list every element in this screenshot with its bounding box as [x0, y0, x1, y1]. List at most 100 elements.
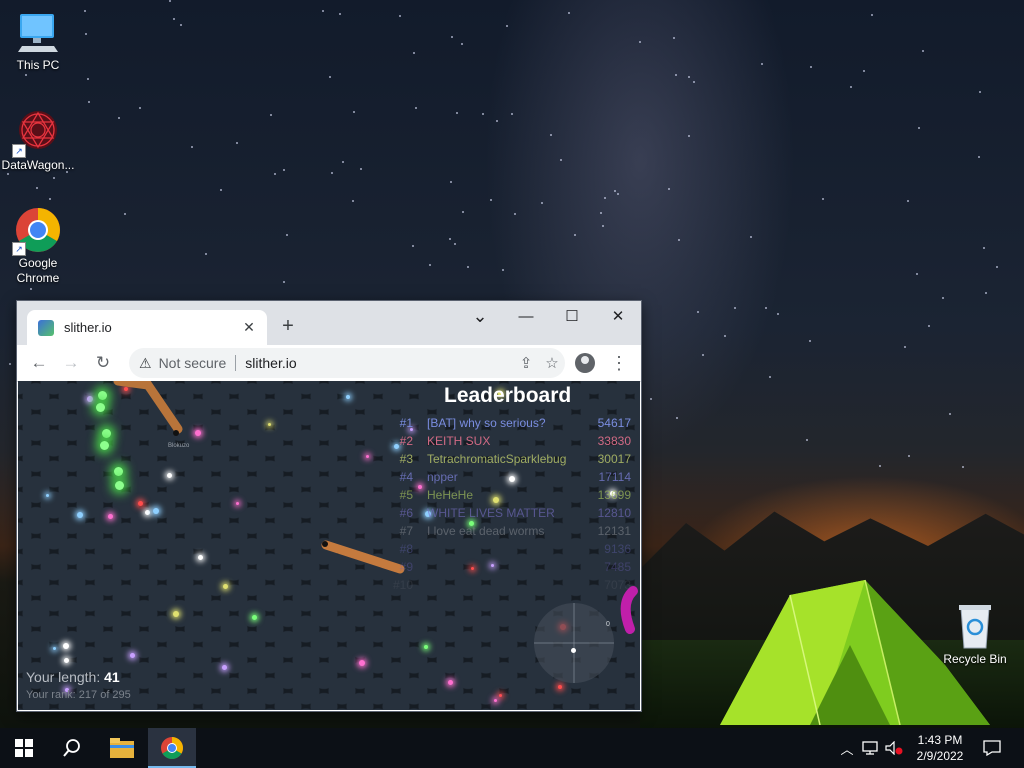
- taskbar-clock[interactable]: 1:43 PM 2/9/2022: [904, 732, 976, 764]
- star-dot: [878, 464, 881, 467]
- profile-avatar-icon[interactable]: [575, 353, 595, 373]
- bookmark-star-icon[interactable]: ☆: [539, 354, 565, 372]
- address-bar[interactable]: ⚠ Not secure slither.io ⇪ ☆: [129, 348, 565, 378]
- leaderboard-rank: #9: [399, 560, 413, 574]
- your-rank: Your rank: 217 of 295: [26, 689, 131, 701]
- chrome-taskbar-button[interactable]: [148, 728, 196, 768]
- your-length: Your length: 41: [26, 669, 120, 685]
- player-snake-eyes: [322, 541, 328, 547]
- recycle-bin-icon: [951, 602, 999, 650]
- minimize-button[interactable]: —: [503, 301, 549, 331]
- enemy-snake-eyes: [173, 430, 179, 436]
- tab-close-icon[interactable]: ✕: [241, 319, 257, 336]
- leaderboard-score: 7073: [604, 578, 631, 592]
- desktop-icon-recycle-bin[interactable]: Recycle Bin: [937, 602, 1013, 667]
- network-icon[interactable]: [860, 728, 880, 768]
- close-window-button[interactable]: ✕: [595, 301, 641, 331]
- leaderboard-score: 12810: [597, 506, 631, 520]
- length-label: Your length:: [26, 669, 101, 685]
- desktop-icon-label: Google Chrome: [16, 256, 60, 285]
- leaderboard-name: [BAT] why so serious?: [427, 416, 546, 430]
- tab-title: slither.io: [64, 320, 112, 335]
- leaderboard-rank: #8: [399, 542, 413, 556]
- leaderboard-score: 7485: [604, 560, 631, 574]
- minimap-label: 0: [606, 621, 610, 628]
- url-text[interactable]: slither.io: [245, 355, 513, 371]
- star-dot: [907, 199, 910, 202]
- windows-start-icon: [15, 739, 33, 757]
- star-dot: [809, 339, 812, 342]
- star-dot: [453, 243, 456, 246]
- back-arrow-icon[interactable]: ←: [27, 351, 51, 375]
- star-dot: [48, 197, 51, 200]
- file-explorer-button[interactable]: [98, 728, 146, 768]
- leaderboard-rank: #1: [399, 416, 413, 430]
- star-dot: [8, 363, 11, 366]
- leaderboard-rank: #10: [392, 578, 413, 592]
- star-dot: [674, 73, 677, 76]
- star-dot: [235, 142, 238, 145]
- star-dot: [850, 85, 853, 88]
- star-dot: [961, 465, 964, 468]
- star-dot: [917, 126, 920, 129]
- snake-nickname: Blokuzo: [168, 443, 190, 449]
- leaderboard-name: HeHeHe: [427, 488, 474, 502]
- show-hidden-icons-chevron-icon[interactable]: ︿: [838, 728, 856, 768]
- clock-date: 2/9/2022: [916, 749, 964, 763]
- star-dot: [734, 306, 737, 309]
- search-button[interactable]: [48, 728, 96, 768]
- desktop-icon-datawagon[interactable]: ↗ DataWagon...: [0, 108, 76, 173]
- star-dot: [560, 158, 563, 161]
- security-status-label[interactable]: Not secure: [159, 355, 227, 371]
- tab-slither[interactable]: slither.io ✕: [27, 310, 267, 345]
- leaderboard-score: 9136: [604, 542, 631, 556]
- star-dot: [768, 375, 771, 378]
- leaderboard-rank: #3: [399, 452, 413, 466]
- new-tab-button[interactable]: +: [277, 315, 299, 337]
- star-dot: [461, 210, 464, 213]
- leaderboard-rank: #5: [399, 488, 413, 502]
- leaderboard-rank: #6: [399, 506, 413, 520]
- star-dot: [688, 75, 691, 78]
- maximize-button[interactable]: ☐: [549, 301, 595, 331]
- length-value: 41: [104, 669, 120, 685]
- star-dot: [510, 112, 513, 115]
- desktop-icon-label: This PC: [16, 58, 60, 72]
- reload-icon[interactable]: ↻: [91, 351, 115, 375]
- star-dot: [549, 133, 552, 136]
- tab-search-dropdown-icon[interactable]: ⌄: [457, 301, 503, 331]
- star-dot: [601, 225, 604, 228]
- leaderboard-title: Leaderboard: [444, 384, 572, 407]
- star-dot: [190, 145, 193, 148]
- warning-triangle-icon[interactable]: ⚠: [139, 355, 152, 372]
- star-dot: [489, 199, 492, 202]
- star-dot: [282, 280, 285, 283]
- desktop-icon-this-pc[interactable]: This PC: [0, 8, 76, 73]
- desktop-icon-google-chrome[interactable]: ↗ Google Chrome: [0, 206, 76, 286]
- leaderboard-name: KEITH SUX: [427, 434, 491, 448]
- action-center-notifications-icon[interactable]: [980, 728, 1004, 768]
- star-dot: [603, 197, 606, 200]
- leaderboard-rank: #2: [399, 434, 413, 448]
- star-dot: [172, 17, 175, 20]
- forward-arrow-icon[interactable]: →: [59, 351, 83, 375]
- datawagon-icon: ↗: [12, 108, 62, 158]
- star-dot: [414, 107, 417, 110]
- start-button[interactable]: [0, 728, 48, 768]
- share-icon[interactable]: ⇪: [513, 354, 539, 372]
- chrome-icon: [161, 737, 183, 759]
- volume-muted-icon[interactable]: [884, 728, 904, 768]
- star-dot: [84, 32, 87, 35]
- star-dot: [505, 24, 508, 27]
- star-dot: [982, 246, 985, 249]
- star-dot: [36, 186, 39, 189]
- chrome-menu-icon[interactable]: ⋮: [607, 351, 631, 375]
- star-dot: [338, 13, 341, 16]
- star-dot: [978, 90, 981, 93]
- clock-time: 1:43 PM: [917, 733, 963, 747]
- leaderboard-score: 30017: [597, 452, 631, 466]
- slither-favicon-icon: [38, 319, 54, 336]
- browser-toolbar: ← → ↻ ⚠ Not secure slither.io ⇪ ☆ ⋮: [17, 345, 641, 382]
- star-dot: [573, 233, 576, 236]
- slither-game-canvas[interactable]: Blokuzo Leaderboard #1 [BAT] why so serio…: [18, 381, 640, 710]
